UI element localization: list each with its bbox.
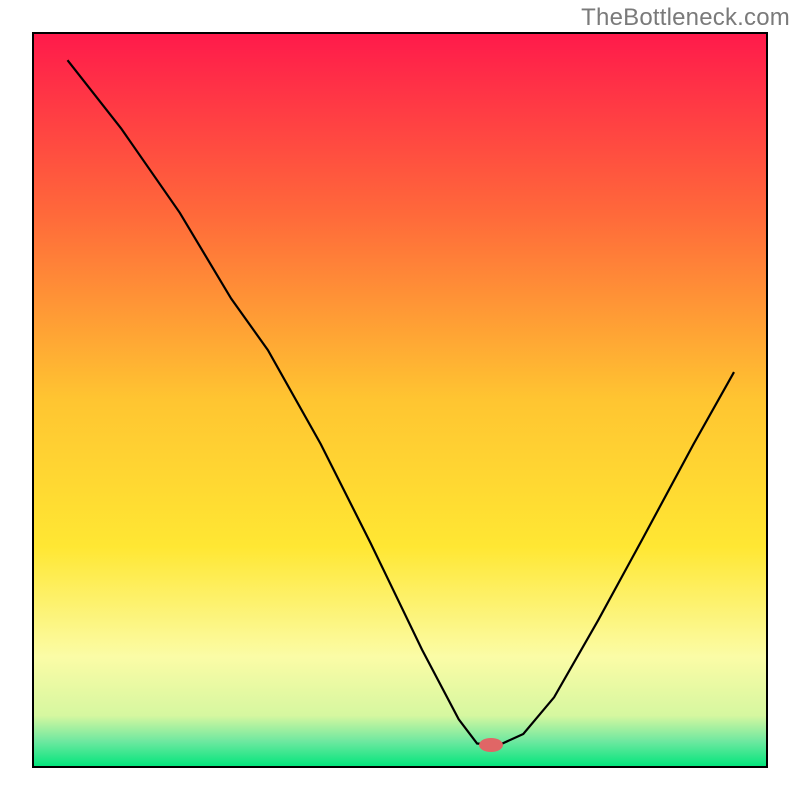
minimum-marker [479,738,503,752]
plot-background [33,33,767,767]
chart-container: TheBottleneck.com [0,0,800,800]
bottleneck-chart [0,0,800,800]
